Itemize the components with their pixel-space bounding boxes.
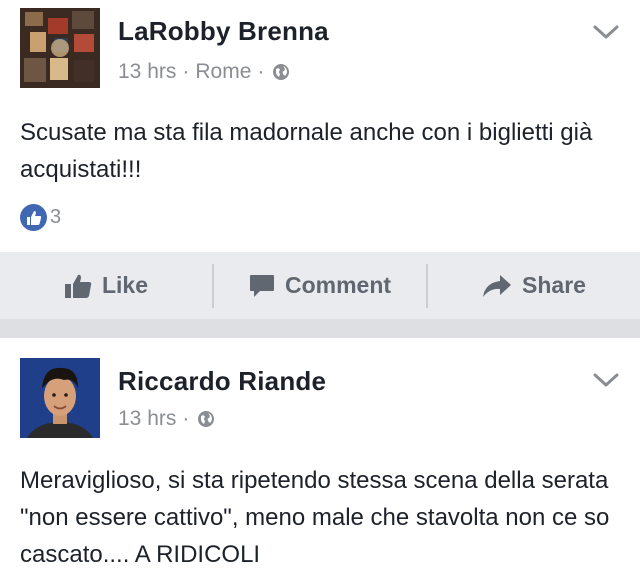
post-meta: 13 hrs · xyxy=(118,407,215,431)
post-text: Meraviglioso, si sta ripetendo stessa sc… xyxy=(20,467,610,568)
share-button[interactable]: Share xyxy=(428,252,640,319)
chevron-down-icon xyxy=(593,373,619,387)
like-reaction-icon xyxy=(20,204,47,231)
like-count[interactable]: 3 xyxy=(50,206,61,229)
share-label: Share xyxy=(522,272,586,298)
author-name[interactable]: Riccardo Riande xyxy=(118,366,326,397)
author-name[interactable]: LaRobby Brenna xyxy=(118,16,329,47)
post-time[interactable]: 13 hrs xyxy=(118,407,176,431)
like-label: Like xyxy=(101,272,149,298)
comment-bubble-icon xyxy=(249,274,274,297)
reaction-summary[interactable]: 3 xyxy=(20,204,61,231)
like-button[interactable]: Like xyxy=(0,252,212,319)
meta-separator: · xyxy=(182,60,190,83)
thumbs-up-icon xyxy=(64,274,92,298)
post-text: Scusate ma sta fila madornale anche con … xyxy=(20,119,593,183)
post-time[interactable]: 13 hrs xyxy=(118,60,176,84)
share-arrow-icon xyxy=(483,274,512,297)
action-bar: Like Comment Share xyxy=(0,252,640,319)
post-menu-button[interactable] xyxy=(586,364,626,396)
avatar[interactable] xyxy=(20,358,100,438)
avatar[interactable] xyxy=(20,8,100,88)
post-card: LaRobby Brenna 13 hrs · Rome · Scusate m… xyxy=(0,0,640,252)
post-meta: 13 hrs · Rome · xyxy=(118,60,290,84)
comment-label: Comment xyxy=(284,272,392,298)
comment-button[interactable]: Comment xyxy=(214,252,426,319)
post-location[interactable]: Rome xyxy=(195,60,251,84)
meta-separator: · xyxy=(257,60,265,83)
post-menu-button[interactable] xyxy=(586,16,626,48)
globe-icon[interactable] xyxy=(197,410,215,428)
meta-separator: · xyxy=(182,407,190,430)
feed-separator xyxy=(0,319,640,338)
chevron-down-icon xyxy=(593,25,619,39)
globe-icon[interactable] xyxy=(272,63,290,81)
post-card: Riccardo Riande 13 hrs · Meraviglioso, s… xyxy=(0,338,640,585)
